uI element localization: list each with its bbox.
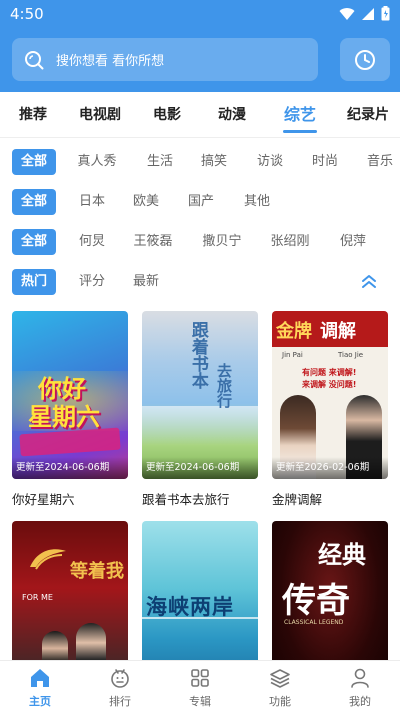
- rank-icon: [111, 669, 129, 688]
- collapse-filters-icon[interactable]: [358, 270, 380, 294]
- poster-title-line2: 星期六: [28, 403, 100, 431]
- filter-region-japan[interactable]: 日本: [72, 189, 112, 215]
- history-button[interactable]: [340, 38, 390, 81]
- poster-title-line1: 海峡两岸: [146, 595, 234, 619]
- filter-region-west[interactable]: 欧美: [126, 189, 166, 215]
- search-bar[interactable]: 搜你想看 看你所想: [12, 38, 318, 81]
- nav-home[interactable]: 主页: [10, 667, 70, 709]
- filter-people-he-jiong[interactable]: 何炅: [72, 229, 112, 255]
- filter-people-all[interactable]: 全部: [12, 229, 56, 255]
- battery-icon: [381, 6, 390, 21]
- nav-album[interactable]: 专辑: [170, 667, 230, 709]
- layers-icon: [270, 669, 290, 688]
- nav-mine[interactable]: 我的: [330, 667, 390, 709]
- nav-home-label: 主页: [29, 695, 51, 708]
- filter-type-life[interactable]: 生活: [140, 149, 180, 175]
- filter-row-people: 全部 何炅 王筱磊 撒贝宁 张绍刚 倪萍: [0, 229, 400, 255]
- show-card[interactable]: 金牌 调解 Jin Pai Tiao Jie 有问题 来调解! 来调解 没问题!…: [272, 311, 388, 508]
- category-tabs: 推荐 电视剧 电影 动漫 综艺 纪录片: [0, 92, 400, 138]
- poster-title-line3: CLASSICAL LEGEND: [284, 619, 344, 626]
- nav-rank-label: 排行: [109, 695, 131, 708]
- poster-title-line2: 传奇: [282, 581, 350, 621]
- clock-icon: [355, 49, 375, 70]
- poster-title-line2: 调解: [320, 321, 356, 342]
- filter-row-sort: 热门 评分 最新: [0, 269, 400, 295]
- poster-title-line2: FOR ME: [22, 593, 53, 602]
- filter-type-all[interactable]: 全部: [12, 149, 56, 175]
- filter-region-other[interactable]: 其他: [237, 189, 277, 215]
- poster-title-line2: 去旅行: [215, 363, 233, 408]
- filter-row-region: 全部 日本 欧美 国产 其他: [0, 189, 400, 215]
- filter-people-zhang-shaogang[interactable]: 张绍刚: [265, 229, 315, 255]
- tab-anime[interactable]: 动漫: [207, 92, 257, 138]
- filter-type-comedy[interactable]: 搞笑: [194, 149, 234, 175]
- nav-functions[interactable]: 功能: [250, 667, 310, 709]
- filter-region-domestic[interactable]: 国产: [181, 189, 221, 215]
- sort-rating[interactable]: 评分: [72, 269, 112, 295]
- filter-type-fashion[interactable]: 时尚: [305, 149, 345, 175]
- nav-mine-label: 我的: [349, 695, 371, 708]
- filter-people-ni-ping[interactable]: 倪萍: [333, 229, 373, 255]
- show-title[interactable]: 你好星期六: [12, 489, 128, 508]
- update-label: 更新至2024-06-06期: [142, 457, 258, 479]
- sort-latest[interactable]: 最新: [126, 269, 166, 295]
- poster-logo-icon: [30, 549, 66, 570]
- poster-title-line1: 金牌: [276, 321, 312, 342]
- poster-slogan-2: 来调解 没问题!: [302, 380, 357, 389]
- album-icon: [191, 669, 209, 687]
- poster-title-line1: 跟着书本: [187, 321, 208, 389]
- status-time: 4:50: [10, 5, 44, 23]
- show-poster[interactable]: 金牌 调解 Jin Pai Tiao Jie 有问题 来调解! 来调解 没问题!…: [272, 311, 388, 479]
- filter-type-talk[interactable]: 访谈: [250, 149, 290, 175]
- bottom-nav: 主页 排行 专辑 功能 我的: [0, 660, 400, 711]
- nav-album-label: 专辑: [189, 695, 211, 708]
- show-poster[interactable]: 跟着书本 去旅行 更新至2024-06-06期: [142, 311, 258, 479]
- status-icons: [339, 6, 390, 21]
- poster-title-line1: 经典: [318, 541, 366, 569]
- poster-title-line1: 等着我: [70, 561, 124, 582]
- search-placeholder: 搜你想看 看你所想: [56, 54, 165, 69]
- filter-type-reality[interactable]: 真人秀: [72, 149, 122, 175]
- wifi-icon: [339, 7, 355, 20]
- poster-pinyin-1: Jin Pai: [282, 351, 303, 359]
- filter-region-all[interactable]: 全部: [12, 189, 56, 215]
- filter-people-sa-beining[interactable]: 撒贝宁: [197, 229, 247, 255]
- tab-documentary[interactable]: 纪录片: [340, 92, 396, 138]
- tab-movie[interactable]: 电影: [142, 92, 192, 138]
- sort-hot[interactable]: 热门: [12, 269, 56, 295]
- app-root: 4:50 搜你想看 看你所想 推荐 电视剧 电影 动漫 综艺 纪录片 全部 真人…: [0, 0, 400, 711]
- show-poster[interactable]: 你好 星期六 更新至2024-06-06期: [12, 311, 128, 479]
- filter-row-type: 全部 真人秀 生活 搞笑 访谈 时尚 音乐: [0, 149, 400, 175]
- show-title[interactable]: 金牌调解: [272, 489, 388, 508]
- show-title[interactable]: 跟着书本去旅行: [142, 489, 258, 508]
- header: 4:50 搜你想看 看你所想: [0, 0, 400, 92]
- user-icon: [351, 668, 369, 688]
- filter-type-music[interactable]: 音乐: [360, 149, 400, 175]
- show-card[interactable]: 你好 星期六 更新至2024-06-06期 你好星期六: [12, 311, 128, 508]
- tab-tv-series[interactable]: 电视剧: [72, 92, 128, 138]
- filter-people-wang-xiaolei[interactable]: 王筱磊: [128, 229, 178, 255]
- update-label: 更新至2024-06-06期: [12, 457, 128, 479]
- show-card[interactable]: 跟着书本 去旅行 更新至2024-06-06期 跟着书本去旅行: [142, 311, 258, 508]
- signal-icon: [362, 7, 374, 20]
- nav-rank[interactable]: 排行: [90, 667, 150, 709]
- search-icon: [25, 50, 44, 69]
- nav-functions-label: 功能: [269, 695, 291, 708]
- tab-variety[interactable]: 综艺: [273, 92, 327, 138]
- poster-pinyin-2: Tiao Jie: [338, 351, 364, 359]
- update-label: 更新至2026-02-06期: [272, 457, 388, 479]
- poster-slogan-1: 有问题 来调解!: [302, 368, 357, 377]
- home-icon: [31, 669, 49, 687]
- tab-recommend[interactable]: 推荐: [8, 92, 58, 138]
